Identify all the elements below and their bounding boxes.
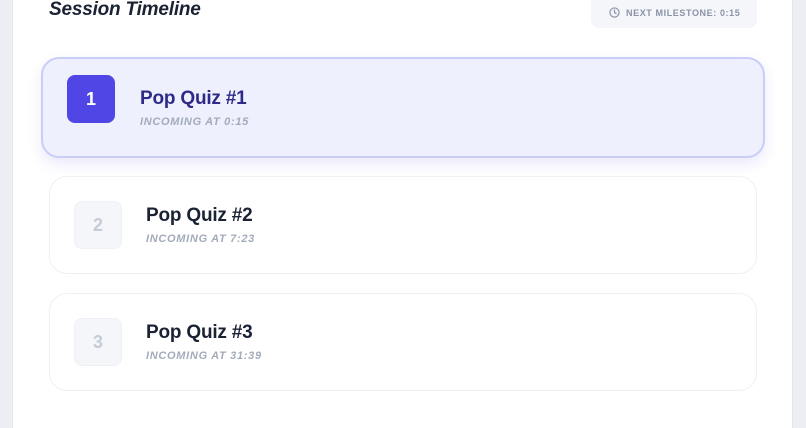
section-title: Session Timeline (49, 0, 201, 20)
quiz-number-badge: 2 (74, 201, 122, 249)
next-milestone-badge: NEXT MILESTONE: 0:15 (591, 0, 757, 28)
quiz-title: Pop Quiz #1 (140, 88, 247, 109)
quiz-subtitle: INCOMING AT 7:23 (146, 233, 255, 245)
clock-icon (609, 7, 620, 18)
quiz-subtitle: INCOMING AT 31:39 (146, 350, 262, 362)
quiz-title: Pop Quiz #3 (146, 322, 253, 343)
next-milestone-label: NEXT MILESTONE: 0:15 (626, 8, 741, 18)
session-timeline-panel: Session Timeline NEXT MILESTONE: 0:15 1 … (12, 0, 793, 428)
quiz-subtitle: INCOMING AT 0:15 (140, 116, 249, 128)
quiz-card-3[interactable]: 3 Pop Quiz #3 INCOMING AT 31:39 (49, 293, 757, 391)
quiz-card-1[interactable]: 1 Pop Quiz #1 INCOMING AT 0:15 (41, 57, 765, 158)
quiz-number-badge: 1 (67, 75, 115, 123)
quiz-title: Pop Quiz #2 (146, 205, 253, 226)
quiz-card-2[interactable]: 2 Pop Quiz #2 INCOMING AT 7:23 (49, 176, 757, 274)
quiz-number-badge: 3 (74, 318, 122, 366)
